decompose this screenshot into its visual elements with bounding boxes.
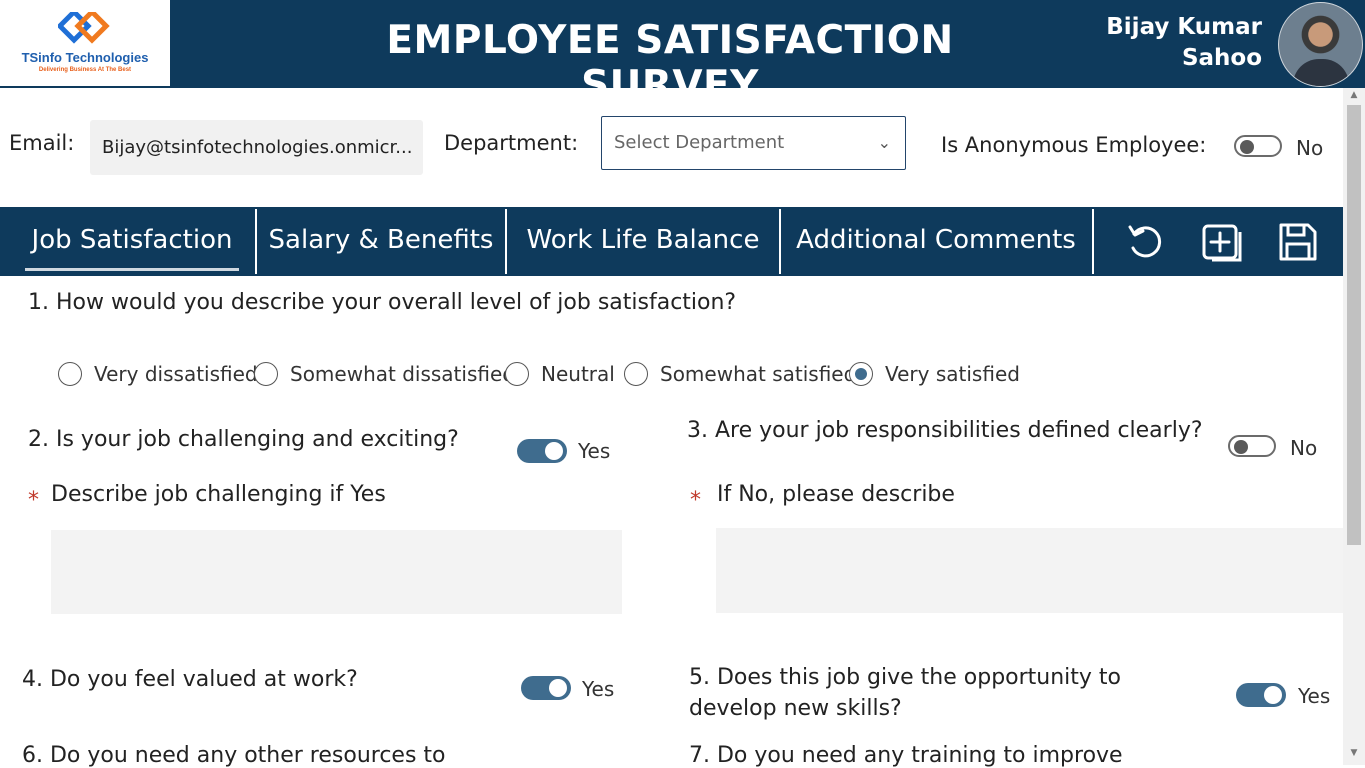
radio-neutral[interactable] (505, 362, 529, 386)
radio-label: Neutral (541, 362, 615, 386)
page-title: EMPLOYEE SATISFACTION SURVEY (386, 18, 954, 108)
radio-label: Somewhat dissatisfied (290, 362, 515, 386)
user-name-last: Sahoo (1181, 45, 1262, 71)
radio-very-dissatisfied[interactable] (58, 362, 82, 386)
radio-label: Somewhat satisfied (660, 362, 857, 386)
question-1: 1. How would you describe your overall l… (28, 290, 737, 315)
toggle-knob (1234, 440, 1248, 454)
q3-value: No (1290, 436, 1318, 460)
tab-work-life-balance[interactable]: Work Life Balance (507, 207, 779, 276)
required-marker: * (28, 488, 39, 513)
scroll-down-arrow-icon[interactable]: ▼ (1347, 748, 1361, 760)
q2-value: Yes (578, 439, 611, 463)
q2-toggle[interactable] (517, 439, 567, 463)
toggle-knob (549, 679, 567, 697)
email-field[interactable]: Bijay@tsinfotechnologies.onmicr... (90, 120, 423, 175)
avatar[interactable] (1278, 2, 1363, 87)
scrollbar-thumb[interactable] (1347, 105, 1361, 545)
radio-somewhat-dissatisfied[interactable] (254, 362, 278, 386)
question-5-line2: develop new skills? (689, 696, 902, 721)
toggle-knob (545, 442, 563, 460)
question-5-line1: 5. Does this job give the opportunity to (689, 665, 1122, 690)
question-7: 7. Do you need any training to improve (689, 743, 1123, 768)
q4-value: Yes (582, 677, 615, 701)
q3-detail-input[interactable] (716, 528, 1343, 613)
company-logo: TSinfo Technologies Delivering Business … (0, 0, 170, 86)
radio-label: Very satisfied (885, 362, 1020, 386)
question-6: 6. Do you need any other resources to (22, 743, 446, 768)
department-dropdown[interactable]: Select Department ⌄ (601, 116, 906, 170)
scroll-up-arrow-icon[interactable]: ▲ (1347, 90, 1361, 102)
logo-tagline: Delivering Business At The Best (38, 67, 132, 73)
q4-toggle[interactable] (521, 676, 571, 700)
q5-toggle[interactable] (1236, 683, 1286, 707)
q5-value: Yes (1298, 684, 1331, 708)
toggle-knob (1264, 686, 1282, 704)
active-tab-underline (25, 268, 239, 271)
avatar-shirt (1293, 59, 1349, 86)
required-marker: * (690, 488, 701, 513)
tab-divider (1092, 209, 1094, 274)
user-name: Bijay Kumar Sahoo (1060, 12, 1262, 74)
radio-label: Very dissatisfied (94, 362, 258, 386)
anonymous-value: No (1296, 136, 1324, 160)
tab-job-satisfaction[interactable]: Job Satisfaction (25, 207, 239, 276)
tab-additional-comments[interactable]: Additional Comments (781, 207, 1091, 276)
reset-icon[interactable] (1124, 220, 1168, 264)
department-placeholder: Select Department (614, 132, 785, 153)
question-3: 3. Are your job responsibilities defined… (687, 418, 1203, 443)
toggle-knob (1240, 140, 1254, 154)
user-name-first: Bijay Kumar (1106, 14, 1262, 40)
anonymous-toggle[interactable] (1234, 135, 1282, 157)
tab-salary-benefits[interactable]: Salary & Benefits (257, 207, 505, 276)
anonymous-label: Is Anonymous Employee: (941, 133, 1207, 157)
add-new-icon[interactable] (1200, 220, 1244, 264)
radio-very-satisfied[interactable] (849, 362, 873, 386)
save-icon[interactable] (1276, 220, 1320, 264)
department-label: Department: (444, 131, 579, 155)
q2-detail-input[interactable] (51, 530, 622, 614)
q2-detail-label: Describe job challenging if Yes (51, 482, 386, 507)
email-label: Email: (9, 131, 75, 155)
radio-somewhat-satisfied[interactable] (624, 362, 648, 386)
q3-detail-label: If No, please describe (717, 482, 955, 507)
question-2: 2. Is your job challenging and exciting? (28, 427, 459, 452)
chevron-down-icon: ⌄ (877, 133, 891, 152)
logo-name: TSinfo Technologies (21, 50, 149, 65)
logo-mark-icon (58, 12, 110, 44)
q3-toggle[interactable] (1228, 435, 1276, 457)
question-4: 4. Do you feel valued at work? (22, 667, 358, 692)
